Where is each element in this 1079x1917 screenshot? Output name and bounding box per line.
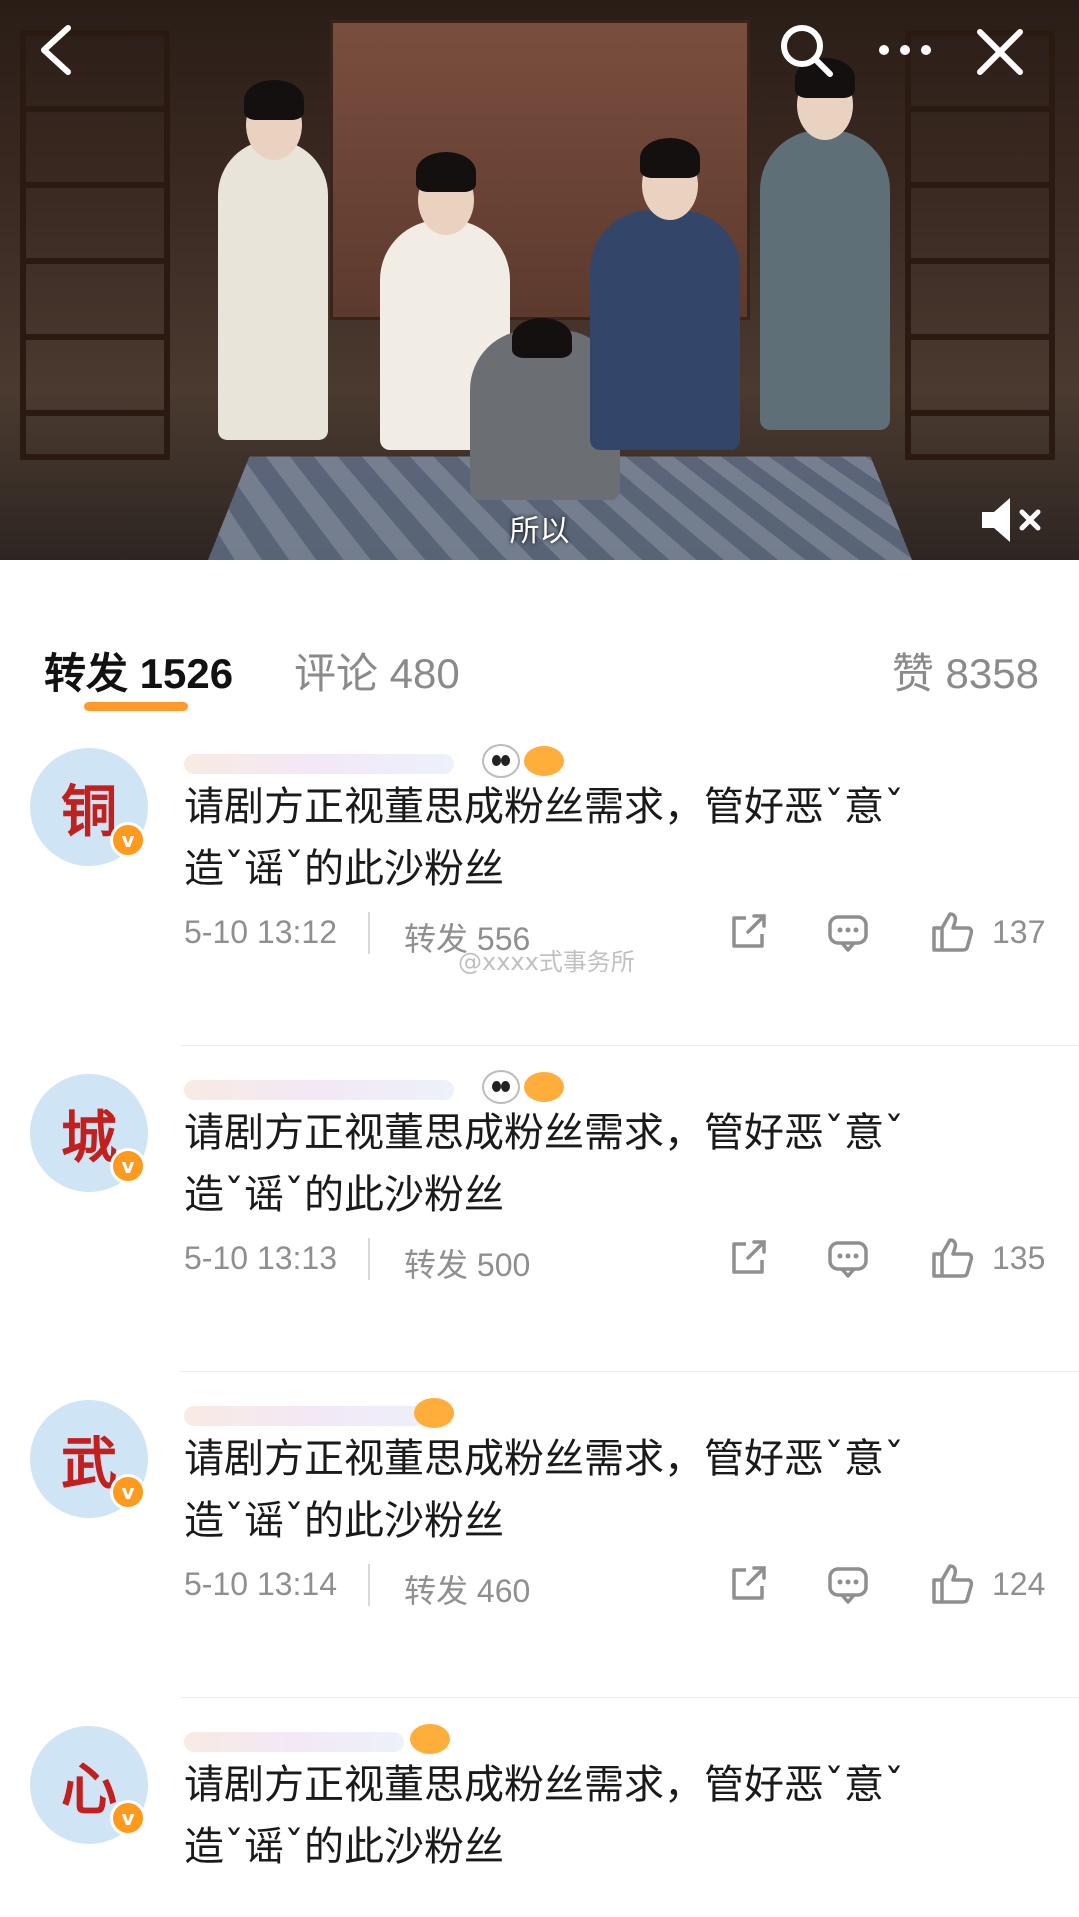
fish-emoji-icon bbox=[410, 1724, 450, 1754]
video-player[interactable]: 所以 bbox=[0, 0, 1079, 560]
list-item[interactable]: 铜 v 请剧方正视董思成粉丝需求，管好恶ˇ意ˇ 造ˇ谣ˇ的此沙粉丝 5-10 1… bbox=[0, 720, 1079, 1046]
search-icon[interactable] bbox=[776, 20, 836, 80]
panda-emoji-icon bbox=[482, 1070, 520, 1104]
tab-repost[interactable]: 转发 1526 bbox=[44, 640, 233, 701]
repost-meta: 5-10 13:12 转发 556 137 bbox=[184, 910, 1046, 960]
timestamp: 5-10 13:13 bbox=[184, 1240, 338, 1276]
share-icon[interactable] bbox=[726, 910, 770, 954]
username[interactable] bbox=[184, 744, 564, 780]
username[interactable] bbox=[184, 1396, 564, 1432]
divider bbox=[368, 1238, 370, 1280]
repost-text-line: 请剧方正视董思成粉丝需求，管好恶ˇ意ˇ bbox=[184, 1436, 904, 1482]
figure-3-hair bbox=[640, 138, 700, 178]
thumbs-up-icon[interactable] bbox=[930, 1236, 974, 1280]
username-blurred bbox=[184, 1080, 454, 1100]
username-blurred bbox=[184, 754, 454, 774]
repost-text: 请剧方正视董思成粉丝需求，管好恶ˇ意ˇ 造ˇ谣ˇ的此沙粉丝 bbox=[184, 1754, 1004, 1878]
verified-badge-icon: v bbox=[110, 1800, 146, 1836]
username[interactable] bbox=[184, 1070, 564, 1106]
repost-count[interactable]: 转发 500 bbox=[404, 1240, 530, 1286]
active-tab-indicator bbox=[84, 702, 188, 711]
tab-like[interactable]: 赞 8358 bbox=[892, 640, 1039, 701]
timestamp: 5-10 13:14 bbox=[184, 1566, 338, 1602]
tab-comment[interactable]: 评论 480 bbox=[294, 640, 460, 701]
right-shelf bbox=[905, 30, 1055, 460]
figure-1 bbox=[218, 140, 328, 440]
figure-1-hair bbox=[244, 80, 304, 120]
fish-emoji-icon bbox=[524, 746, 564, 776]
verified-badge-icon: v bbox=[110, 1474, 146, 1510]
video-subtitle: 所以 bbox=[509, 514, 570, 549]
divider bbox=[368, 912, 370, 954]
list-item[interactable]: 武 v 请剧方正视董思成粉丝需求，管好恶ˇ意ˇ 造ˇ谣ˇ的此沙粉丝 5-10 1… bbox=[0, 1372, 1079, 1698]
comment-icon[interactable] bbox=[826, 1236, 870, 1280]
repost-text-line: 造ˇ谣ˇ的此沙粉丝 bbox=[184, 1498, 504, 1544]
more-icon[interactable] bbox=[870, 30, 940, 70]
tab-bar: 转发 1526 评论 480 赞 8358 bbox=[0, 590, 1079, 720]
timestamp: 5-10 13:12 bbox=[184, 914, 338, 950]
repost-text: 请剧方正视董思成粉丝需求，管好恶ˇ意ˇ 造ˇ谣ˇ的此沙粉丝 bbox=[184, 1428, 1004, 1552]
repost-meta: 5-10 13:13 转发 500 135 bbox=[184, 1236, 1046, 1286]
divider bbox=[368, 1564, 370, 1606]
username[interactable] bbox=[184, 1722, 564, 1758]
thumbs-up-icon[interactable] bbox=[930, 910, 974, 954]
repost-count[interactable]: 转发 460 bbox=[404, 1566, 530, 1612]
repost-text-line: 造ˇ谣ˇ的此沙粉丝 bbox=[184, 1172, 504, 1218]
like-count: 135 bbox=[992, 1240, 1046, 1276]
list-item[interactable]: 城 v 请剧方正视董思成粉丝需求，管好恶ˇ意ˇ 造ˇ谣ˇ的此沙粉丝 5-10 1… bbox=[0, 1046, 1079, 1372]
fish-emoji-icon bbox=[414, 1398, 454, 1428]
share-icon[interactable] bbox=[726, 1562, 770, 1606]
video-frame bbox=[0, 0, 1079, 560]
repost-meta: 5-10 13:14 转发 460 124 bbox=[184, 1562, 1046, 1612]
share-icon[interactable] bbox=[726, 1236, 770, 1280]
repost-text: 请剧方正视董思成粉丝需求，管好恶ˇ意ˇ 造ˇ谣ˇ的此沙粉丝 bbox=[184, 776, 1004, 900]
back-icon[interactable] bbox=[28, 20, 88, 80]
repost-text-line: 造ˇ谣ˇ的此沙粉丝 bbox=[184, 846, 504, 892]
figure-4 bbox=[760, 130, 890, 430]
figure-kneeling-hair bbox=[512, 318, 572, 358]
left-shelf bbox=[20, 30, 170, 460]
list-item[interactable]: 心 v 请剧方正视董思成粉丝需求，管好恶ˇ意ˇ 造ˇ谣ˇ的此沙粉丝 bbox=[0, 1698, 1079, 1917]
repost-text-line: 请剧方正视董思成粉丝需求，管好恶ˇ意ˇ bbox=[184, 784, 904, 830]
figure-2-hair bbox=[416, 152, 476, 192]
repost-text: 请剧方正视董思成粉丝需求，管好恶ˇ意ˇ 造ˇ谣ˇ的此沙粉丝 bbox=[184, 1102, 1004, 1226]
figure-3 bbox=[590, 210, 740, 450]
thumbs-up-icon[interactable] bbox=[930, 1562, 974, 1606]
like-count: 137 bbox=[992, 914, 1046, 950]
close-icon[interactable] bbox=[970, 22, 1030, 82]
panda-emoji-icon bbox=[482, 744, 520, 778]
like-count: 124 bbox=[992, 1566, 1046, 1602]
verified-badge-icon: v bbox=[110, 1148, 146, 1184]
verified-badge-icon: v bbox=[110, 822, 146, 858]
repost-count[interactable]: 转发 556 bbox=[404, 914, 530, 960]
comment-icon[interactable] bbox=[826, 910, 870, 954]
repost-text-line: 造ˇ谣ˇ的此沙粉丝 bbox=[184, 1824, 504, 1870]
mute-icon[interactable] bbox=[978, 492, 1048, 548]
username-blurred bbox=[184, 1732, 404, 1752]
repost-text-line: 请剧方正视董思成粉丝需求，管好恶ˇ意ˇ bbox=[184, 1762, 904, 1808]
repost-text-line: 请剧方正视董思成粉丝需求，管好恶ˇ意ˇ bbox=[184, 1110, 904, 1156]
fish-emoji-icon bbox=[524, 1072, 564, 1102]
comment-icon[interactable] bbox=[826, 1562, 870, 1606]
